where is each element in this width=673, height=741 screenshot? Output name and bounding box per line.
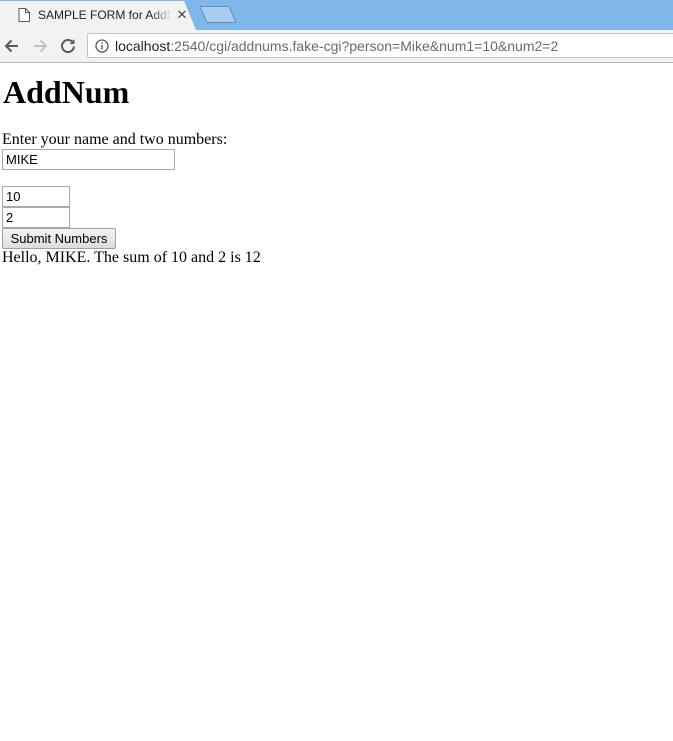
page-icon [18, 8, 30, 22]
url-path: :2540/cgi/addnums.fake-cgi?person=Mike&n… [170, 38, 559, 54]
second-number-input[interactable] [2, 207, 70, 228]
forward-arrow-icon[interactable] [30, 36, 50, 56]
tab-title-fade [150, 5, 172, 25]
page-title: AddNum [3, 74, 130, 110]
form-prompt: Enter your name and two numbers: [2, 131, 228, 148]
url-text[interactable]: localhost:2540/cgi/addnums.fake-cgi?pers… [115, 38, 558, 54]
submit-numbers-button[interactable]: Submit Numbers [2, 228, 116, 249]
browser-window: SAMPLE FORM for AddNums ✕ localhost:2540… [0, 0, 673, 741]
back-arrow-icon[interactable] [2, 36, 22, 56]
url-host: localhost [115, 38, 171, 54]
active-tab[interactable]: SAMPLE FORM for AddNums ✕ [0, 1, 196, 30]
page-content: AddNum Enter your name and two numbers: … [0, 63, 673, 741]
reload-icon[interactable] [58, 36, 78, 56]
info-icon[interactable] [95, 39, 109, 53]
first-number-input[interactable] [2, 186, 70, 207]
tab-strip: SAMPLE FORM for AddNums ✕ [0, 0, 673, 30]
new-tab-icon[interactable] [199, 6, 237, 23]
close-icon[interactable]: ✕ [175, 8, 189, 22]
toolbar: localhost:2540/cgi/addnums.fake-cgi?pers… [0, 30, 673, 63]
person-name-input[interactable] [2, 149, 175, 170]
address-bar[interactable]: localhost:2540/cgi/addnums.fake-cgi?pers… [87, 33, 673, 58]
result-message: Hello, MIKE. The sum of 10 and 2 is 12 [2, 249, 261, 266]
